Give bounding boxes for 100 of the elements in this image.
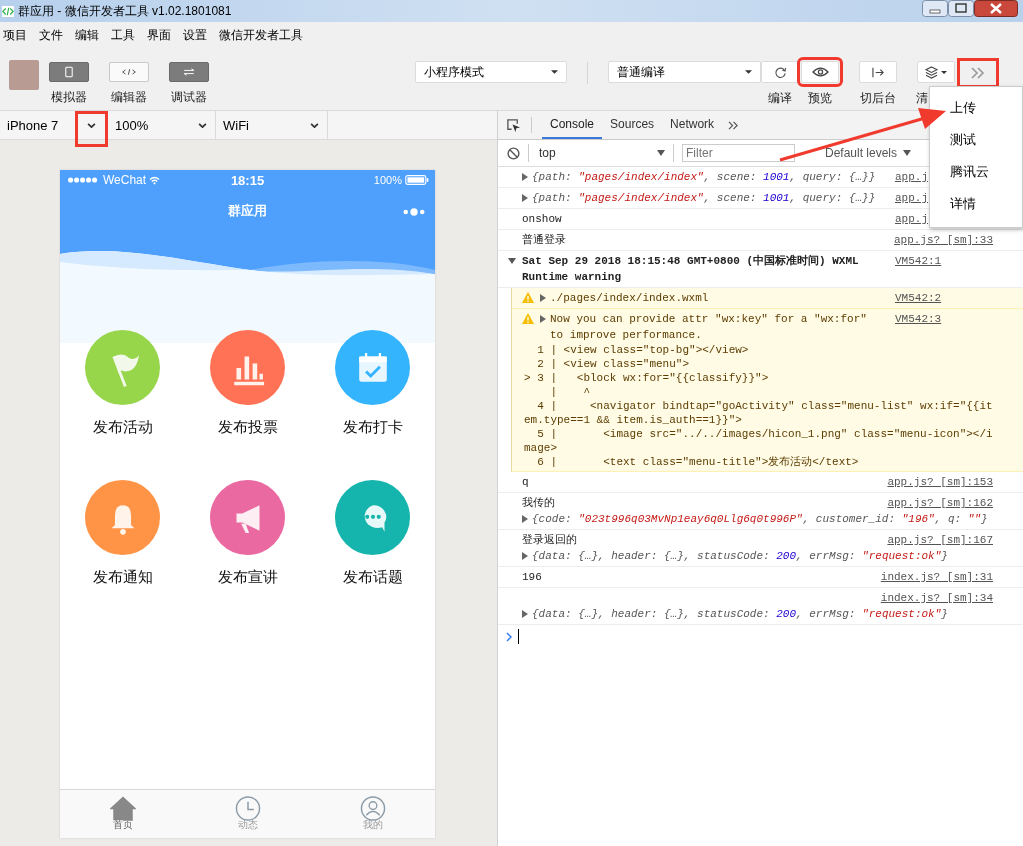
toolbar-button-label: 清 (916, 90, 928, 107)
menu-item[interactable]: 详情 (930, 189, 1022, 221)
object-preview: {path: "pages/index/index", scene: 1001, query: {…}} (532, 170, 877, 185)
refresh-button[interactable] (761, 61, 799, 83)
signal-icon (66, 177, 100, 183)
log-levels-select[interactable]: Default levels (825, 146, 912, 160)
expand-arrow-icon[interactable] (522, 173, 528, 181)
devtools-tab[interactable]: Sources (602, 111, 663, 139)
home-icon (109, 796, 136, 821)
menu-label: 发布投票 (217, 418, 278, 437)
view-toggle-label: 调试器 (171, 89, 207, 106)
expand-arrow-icon[interactable] (540, 294, 546, 302)
source-link[interactable]: app.js? [sm]:162 (887, 495, 993, 511)
close-icon[interactable] (974, 0, 1018, 17)
maximize-icon[interactable] (948, 0, 974, 17)
menu-item[interactable]: 工具 (111, 26, 135, 44)
log-message: onshow (522, 212, 563, 227)
clear-console-icon[interactable] (507, 146, 520, 160)
object-preview: {code: "023t996q03MvNp1eay6q0Llg6q0t996P", customer_id: "196", q: ""} (532, 512, 989, 527)
source-link[interactable]: VM542:2 (895, 290, 993, 306)
layers-button[interactable] (917, 61, 955, 83)
menu-item[interactable]: 项目 (3, 26, 27, 44)
view-toggle-label: 编辑器 (111, 89, 147, 106)
view-toggle-button[interactable] (109, 62, 149, 82)
expand-arrow-icon[interactable] (522, 515, 528, 523)
log-message: 我传的 (522, 496, 556, 511)
menu-item[interactable]: 微信开发者工具 (219, 26, 303, 44)
view-toggle-button[interactable] (49, 62, 89, 82)
warning-icon (522, 313, 534, 324)
filter-field[interactable]: Filter (682, 144, 795, 162)
mode-select[interactable]: 小程序模式 (415, 61, 567, 83)
battery-icon (405, 175, 429, 185)
dropdown-caret-icon (551, 70, 558, 74)
expand-arrow-icon[interactable] (522, 194, 528, 202)
more-dots-icon[interactable] (403, 208, 425, 216)
object-preview: {data: {…}, header: {…}, statusCode: 200, errMsg: "request:ok"} (532, 607, 949, 622)
expand-arrow-icon[interactable] (522, 610, 528, 618)
dropdown-caret-icon (657, 150, 665, 156)
menu-item[interactable]: 编辑 (75, 26, 99, 44)
device-select[interactable]: 100% (115, 117, 149, 133)
status-time: 18:15 (230, 172, 265, 188)
code-snippet: 1 | <view class="top-bg"></view> 2 | <view class="menu"> > 3 | <block wx:for="{{classify}}"> | ^ 4 | <navigator bindtap="goActivity" class="menu-list" wx:if="{{item.type==1 && item.is_auth==1}}"> 5 | <image src="../../images/hicon_1.png" class="menu-icon"></image> 6 | <text class="menu-title">发布活动</text> (523, 343, 993, 469)
page-title: 群应用 (228, 202, 267, 220)
inspect-element-icon[interactable] (506, 117, 521, 133)
layers-icon (925, 65, 938, 79)
minimize-icon[interactable] (922, 0, 948, 17)
toolbar-button-label: 编译 (768, 90, 792, 107)
source-link[interactable]: VM542:1 (895, 253, 993, 269)
chevron-down-icon (310, 122, 319, 128)
source-link[interactable]: VM542:3 (895, 311, 993, 327)
double-chevron-icon (971, 67, 985, 79)
menu-item[interactable]: 上传 (930, 93, 1022, 125)
source-link[interactable]: index.js? [sm]:31 (880, 569, 993, 585)
phone-icon (65, 66, 73, 78)
menu-label: 发布活动 (92, 418, 153, 437)
tab-bar-item[interactable]: 首页 (60, 790, 185, 838)
object-preview: {path: "pages/index/index", scene: 1001, query: {…}} (532, 191, 877, 206)
source-link[interactable]: app.js? [sm]:167 (887, 532, 993, 548)
compile-mode-select[interactable]: 普通编译 (608, 61, 761, 83)
devtools-tab[interactable]: Console (542, 111, 603, 139)
view-toggle-button[interactable] (169, 62, 209, 82)
dropdown-caret-icon (903, 150, 912, 156)
menu-item[interactable]: 设置 (183, 26, 207, 44)
double-chevron-icon[interactable] (728, 120, 740, 130)
chevron-down-icon (198, 122, 207, 128)
expand-arrow-icon[interactable] (522, 552, 528, 560)
menu-item[interactable]: 腾讯云 (930, 157, 1022, 189)
battery-level: 100% (373, 174, 402, 186)
prompt-chevron-icon (506, 631, 512, 642)
menu-item[interactable]: 文件 (39, 26, 63, 44)
user-icon (359, 796, 386, 821)
source-link[interactable]: app.js? [sm]:153 (887, 474, 993, 490)
toolbar-button-label: 切后台 (860, 90, 896, 107)
log-message: 普通登录 (522, 232, 567, 248)
log-message: 登录返回的 (522, 533, 578, 548)
expand-arrow-icon[interactable] (540, 315, 546, 323)
carrier-name: WeChat (103, 173, 147, 187)
source-link[interactable]: app.js? [sm]:33 (893, 232, 993, 248)
app-logo-icon (2, 5, 14, 17)
dropdown-caret-icon (745, 70, 752, 74)
window-title: 群应用 - 微信开发者工具 v1.02.1801081 (18, 2, 232, 20)
chevron-down-icon (87, 122, 96, 128)
debug-icon (182, 68, 196, 76)
context-select[interactable]: top (537, 146, 665, 160)
menu-label: 发布话题 (342, 568, 403, 587)
warning-icon (522, 292, 534, 303)
devtools-tab[interactable]: Network (662, 111, 723, 139)
source-link[interactable]: index.js? [sm]:34 (880, 590, 993, 606)
warning-message: Now you can provide attr "wx:key" for a "wx:for" to improve performance. (550, 312, 868, 343)
menu-label: 发布宣讲 (217, 568, 278, 587)
menu-item[interactable]: 界面 (147, 26, 171, 44)
menu-item[interactable]: 测试 (930, 125, 1022, 157)
object-preview: {data: {…}, header: {…}, statusCode: 200, errMsg: "request:ok"} (532, 549, 949, 564)
clock-icon (234, 796, 261, 821)
background-button[interactable] (859, 61, 897, 83)
collapse-arrow-icon[interactable] (508, 258, 516, 264)
group-title: Sat Sep 29 2018 18:15:48 GMT+0800 (中国标准时间) WXML Runtime warning (522, 253, 860, 285)
eye-icon (811, 67, 829, 77)
device-select[interactable]: iPhone 7 (7, 117, 59, 133)
device-select[interactable]: WiFi (223, 117, 249, 133)
